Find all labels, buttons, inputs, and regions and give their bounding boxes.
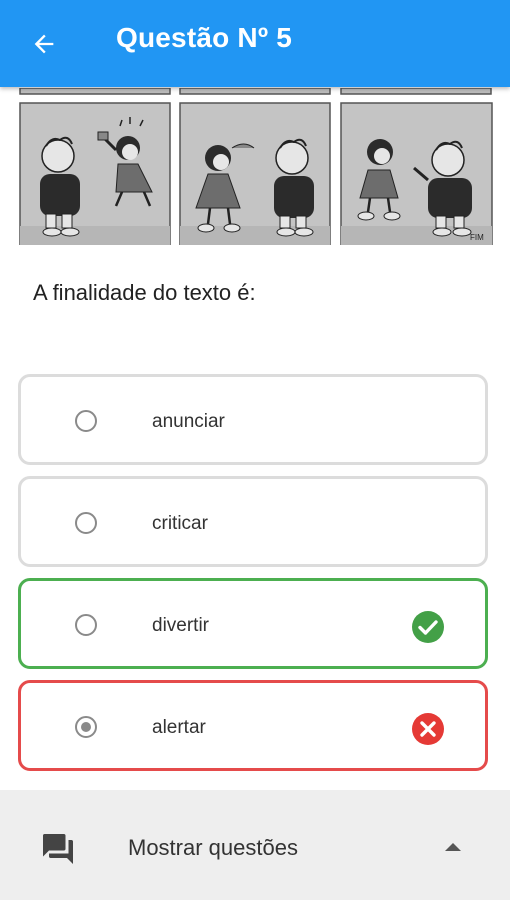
radio-button[interactable] [75,410,97,432]
radio-button-selected[interactable] [75,716,97,738]
check-circle-icon [412,611,444,643]
question-text: A finalidade do texto é: [33,280,256,305]
caret-up-icon[interactable] [444,842,462,852]
option-card-alertar[interactable]: alertar [18,680,488,771]
option-card-criticar[interactable]: criticar [18,476,488,567]
comic-strip-image: FIM [18,88,494,245]
option-label: criticar [152,513,208,534]
option-label: alertar [152,717,206,738]
option-card-divertir[interactable]: divertir [18,578,488,669]
option-label: divertir [152,615,210,636]
show-questions-bar[interactable]: Mostrar questões [0,790,510,900]
option-label: anunciar [152,411,225,432]
radio-button[interactable] [75,512,97,534]
show-questions-label: Mostrar questões [128,835,298,860]
close-circle-icon [412,713,444,745]
svg-text:FIM: FIM [470,233,484,242]
option-card-anunciar[interactable]: anunciar [18,374,488,465]
back-button[interactable] [22,24,66,64]
app-bar: Questão Nº 5 [0,0,510,87]
page-title: Questão Nº 5 [116,22,293,53]
arrow-left-icon [34,34,54,54]
radio-button[interactable] [75,614,97,636]
forum-icon [43,834,73,864]
